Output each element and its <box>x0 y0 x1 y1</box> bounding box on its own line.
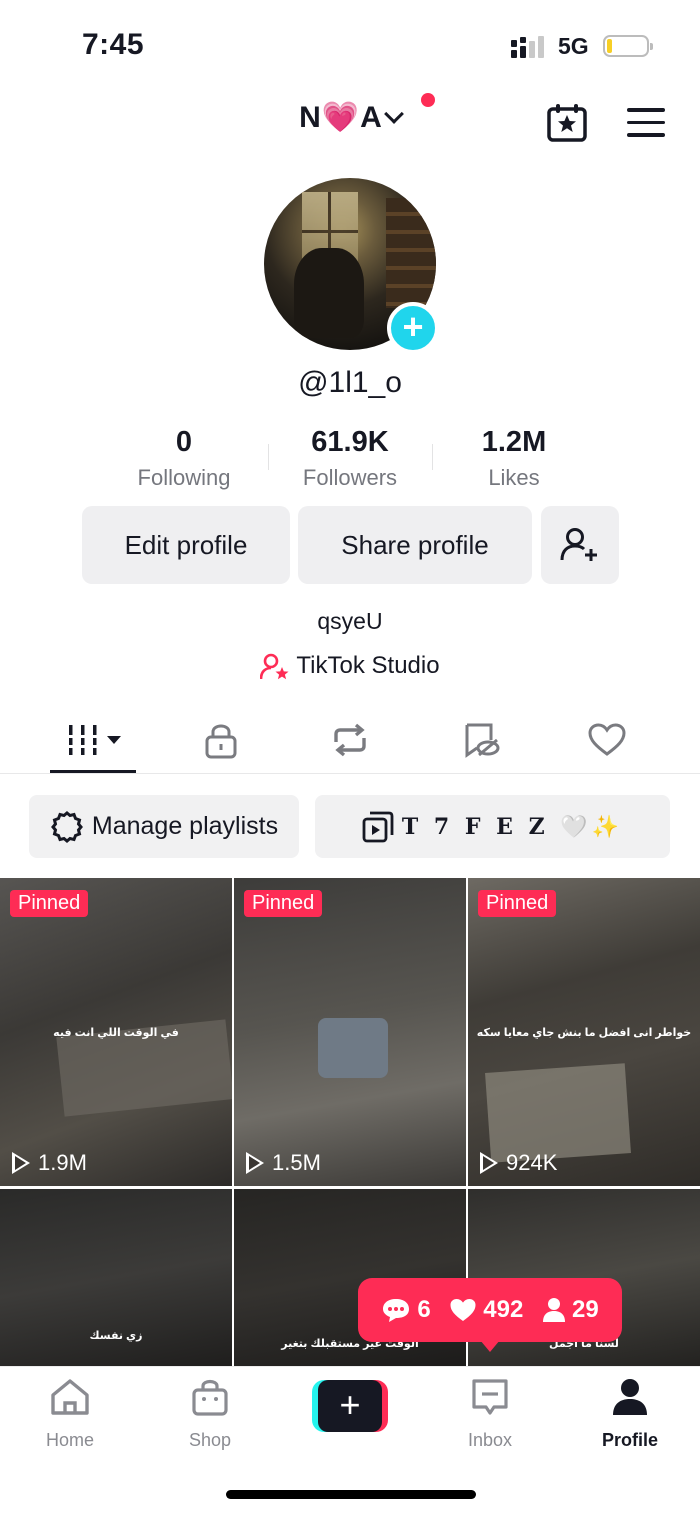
calendar-star-icon[interactable] <box>547 104 587 142</box>
stat-followers[interactable]: 61.9K Followers <box>270 426 430 491</box>
gear-icon <box>50 810 83 843</box>
inbox-icon <box>472 1379 508 1415</box>
manage-playlists-button[interactable]: Manage playlists <box>29 795 299 858</box>
stat-label: Following <box>137 465 231 490</box>
display-name: N💗A <box>299 101 383 134</box>
tab-reposts[interactable] <box>320 720 380 760</box>
username: @1l1_o <box>298 366 402 399</box>
view-count: 924K <box>480 1150 557 1176</box>
battery-icon <box>603 35 653 57</box>
playlist-button[interactable]: T 7 F E Z 🤍✨ <box>315 795 670 858</box>
profile-icon <box>613 1379 647 1415</box>
stat-value: 0 <box>175 426 193 458</box>
play-icon <box>480 1152 498 1174</box>
view-count: 1.5M <box>246 1150 321 1176</box>
pinned-badge: Pinned <box>244 890 323 917</box>
video-thumbnail[interactable]: في الوقت اللي انت فيه Pinned 1.9M <box>0 878 232 1186</box>
shopping-bag-icon <box>192 1379 228 1416</box>
playlist-name: T 7 F E Z 🤍✨ <box>401 813 624 840</box>
followers-count: 29 <box>571 1296 599 1323</box>
comment-icon <box>383 1299 410 1322</box>
stat-label: Followers <box>302 465 398 490</box>
pinned-badge: Pinned <box>478 890 557 917</box>
stat-following[interactable]: 0 Following <box>104 426 264 491</box>
status-bar: 7:45 5G <box>0 0 700 92</box>
view-count-value: 1.9M <box>38 1150 87 1175</box>
lock-icon <box>205 724 237 759</box>
nav-profile-label: Profile <box>601 1430 658 1450</box>
nav-home-label: Home <box>45 1430 94 1450</box>
nav-inbox[interactable]: Inbox <box>440 1377 540 1451</box>
bio: qsyeU <box>317 608 383 634</box>
active-tab-indicator <box>50 770 136 773</box>
grid-dropdown-icon <box>66 725 121 755</box>
stat-likes[interactable]: 1.2M Likes <box>434 426 594 491</box>
studio-icon <box>260 653 289 679</box>
video-thumbnail[interactable]: زي نفسك <box>0 1189 232 1366</box>
pinned-badge: Pinned <box>10 890 89 917</box>
tiktok-studio-link[interactable]: TikTok Studio <box>0 652 700 681</box>
share-profile-button[interactable]: Share profile <box>298 506 532 584</box>
activity-notification[interactable]: 6 492 29 <box>358 1278 622 1352</box>
nav-shop-label: Shop <box>188 1430 232 1450</box>
likes-count: 492 <box>483 1296 524 1323</box>
view-count-value: 924K <box>506 1150 558 1175</box>
comments-count: 6 <box>417 1296 431 1323</box>
network-type: 5G <box>558 33 589 59</box>
playlist-icon <box>362 811 394 842</box>
create-button[interactable]: + <box>312 1380 388 1432</box>
video-thumbnail[interactable]: خواطر انى افضل ما بنش جاي معايا سكه Pinn… <box>468 878 700 1186</box>
divider <box>432 444 433 470</box>
nav-inbox-label: Inbox <box>467 1430 513 1450</box>
bookmark-eye-icon <box>465 723 500 758</box>
home-icon <box>51 1379 89 1415</box>
nav-profile[interactable]: Profile <box>580 1377 680 1451</box>
profile-tabs <box>0 706 700 774</box>
add-friends-button[interactable] <box>541 506 619 584</box>
home-indicator <box>226 1490 476 1499</box>
status-time: 7:45 <box>82 28 145 61</box>
repost-icon <box>334 723 366 757</box>
account-switcher[interactable]: N💗A <box>0 100 700 135</box>
video-caption: خواطر انى افضل ما بنش جاي معايا سكه <box>476 1027 692 1039</box>
notification-dot <box>421 93 435 107</box>
menu-icon[interactable] <box>627 108 665 138</box>
chevron-down-icon <box>383 104 404 124</box>
video-caption: زي نفسك <box>89 1330 143 1342</box>
tab-liked[interactable] <box>577 720 637 760</box>
add-person-icon <box>560 528 597 561</box>
tab-private[interactable] <box>191 720 251 760</box>
nav-shop[interactable]: Shop <box>160 1377 260 1451</box>
heart-outline-icon <box>588 723 626 756</box>
play-icon <box>12 1152 30 1174</box>
edit-profile-button[interactable]: Edit profile <box>82 506 290 584</box>
view-count: 1.9M <box>12 1150 87 1176</box>
tab-favorites[interactable] <box>452 720 512 760</box>
cellular-signal-icon <box>511 36 544 58</box>
manage-playlists-label: Manage playlists <box>91 812 279 840</box>
stat-value: 1.2M <box>481 426 547 458</box>
person-icon <box>542 1298 565 1322</box>
nav-home[interactable]: Home <box>20 1377 120 1451</box>
view-count-value: 1.5M <box>272 1150 321 1175</box>
stat-label: Likes <box>488 465 540 490</box>
studio-label: TikTok Studio <box>296 652 440 679</box>
tab-videos[interactable] <box>64 720 126 760</box>
play-icon <box>246 1152 264 1174</box>
video-thumbnail[interactable]: Pinned 1.5M <box>234 878 466 1186</box>
heart-icon <box>450 1298 476 1322</box>
add-avatar-button[interactable]: + <box>387 302 439 354</box>
plus-icon: + <box>318 1380 382 1432</box>
divider <box>268 444 269 470</box>
video-caption: في الوقت اللي انت فيه <box>53 1027 179 1039</box>
stat-value: 61.9K <box>311 426 389 458</box>
